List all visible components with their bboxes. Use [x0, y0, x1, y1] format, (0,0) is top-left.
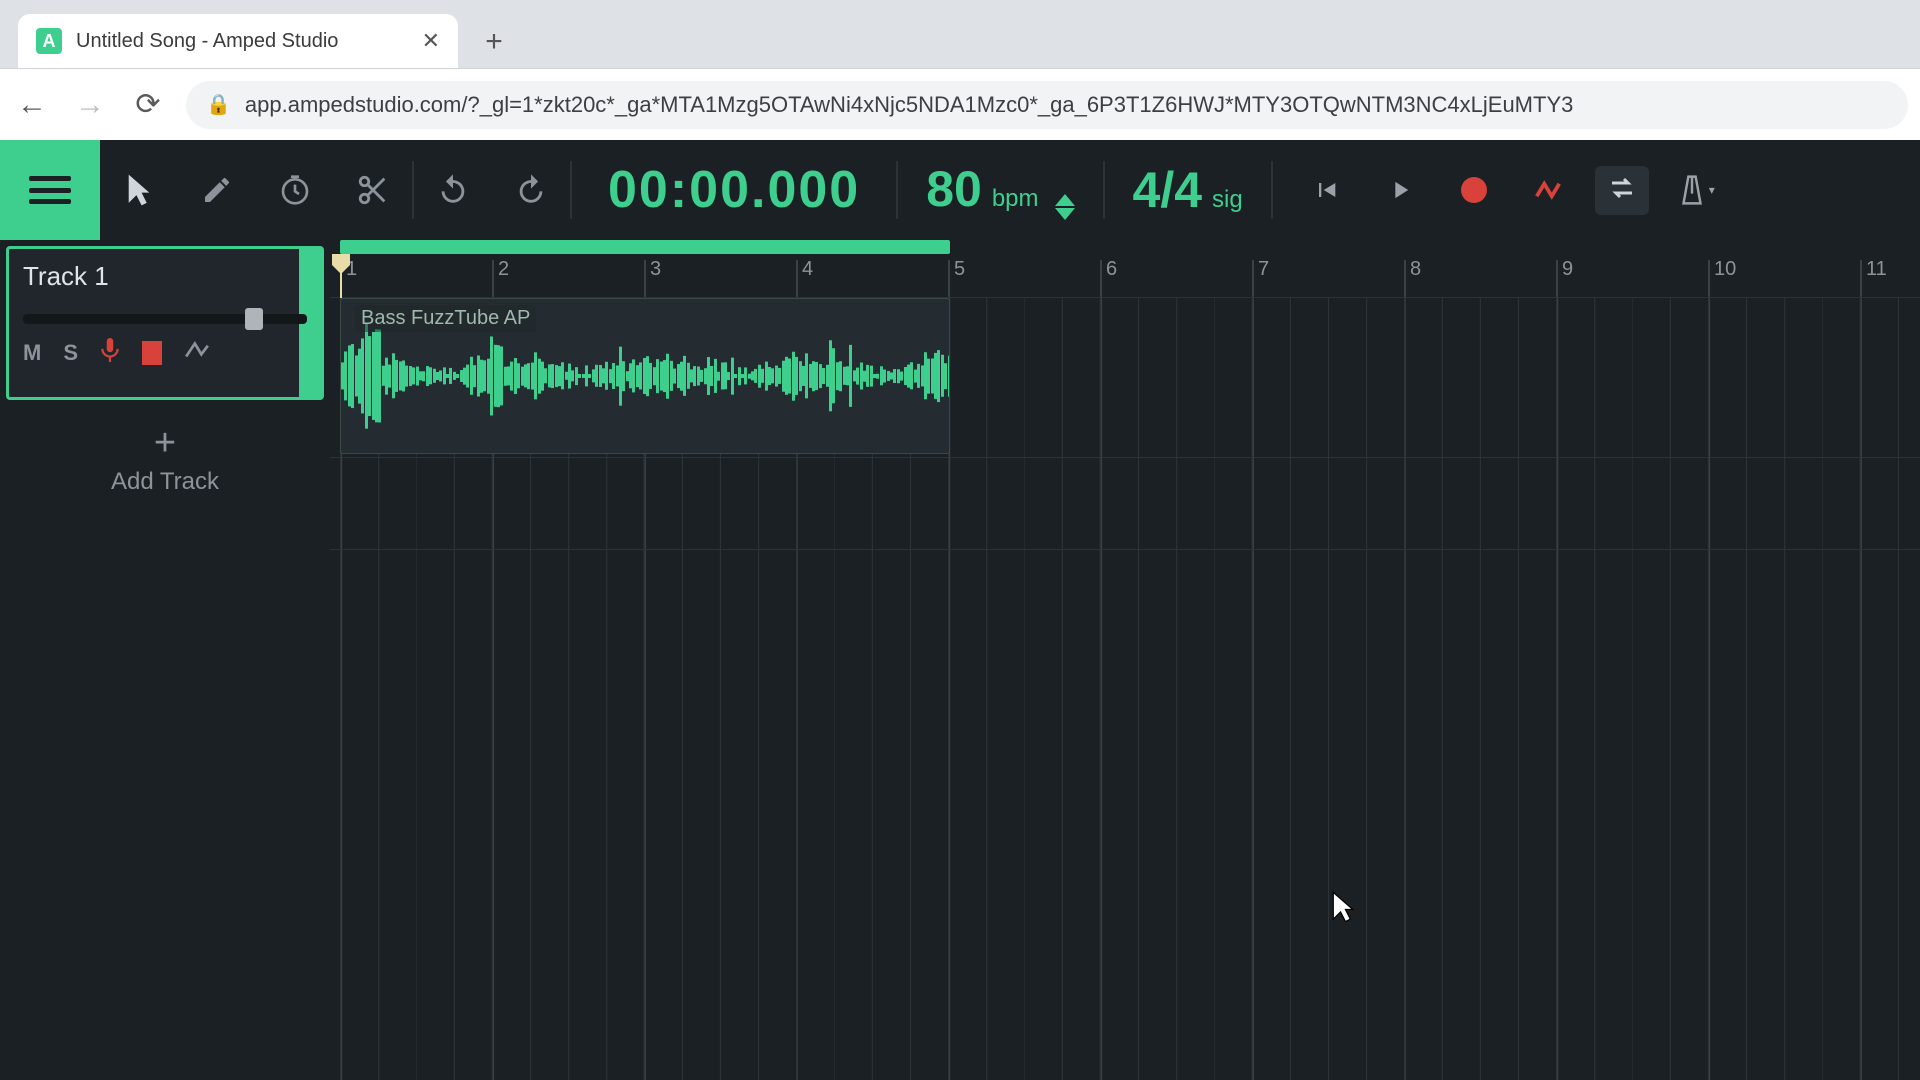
automation-button[interactable]	[1513, 175, 1583, 205]
bar-tick	[1860, 260, 1862, 297]
close-tab-icon[interactable]: ✕	[422, 28, 440, 54]
loop-button[interactable]	[1587, 166, 1657, 215]
bar-tick	[492, 260, 494, 297]
daw-app: 00:00.000 80 bpm 4/4 sig	[0, 140, 1920, 1080]
metronome-button[interactable]: ▾	[1661, 173, 1731, 207]
bar-tick	[796, 260, 798, 297]
pointer-tool[interactable]	[100, 140, 178, 240]
arrangement-area[interactable]: Bass FuzzTube AP	[330, 298, 1920, 1080]
bar-label: 5	[954, 258, 965, 281]
tab-title: Untitled Song - Amped Studio	[76, 30, 408, 53]
bar-label: 9	[1562, 258, 1573, 281]
bar-label: 7	[1258, 258, 1269, 281]
bar-tick	[644, 260, 646, 297]
tab-strip: A Untitled Song - Amped Studio ✕ +	[0, 0, 1920, 68]
track-panel: Track 1 M S + Add Track	[0, 240, 330, 1080]
track-header[interactable]: Track 1 M S	[6, 246, 324, 400]
new-tab-button[interactable]: +	[474, 22, 514, 62]
back-button[interactable]: ←	[12, 85, 52, 125]
chevron-down-icon[interactable]	[1055, 208, 1075, 220]
bar-label: 4	[802, 258, 813, 281]
time-display[interactable]: 00:00.000	[572, 160, 896, 220]
stopwatch-tool[interactable]	[256, 140, 334, 240]
bar-label: 11	[1866, 258, 1887, 281]
bar-label: 6	[1106, 258, 1117, 281]
record-icon	[1461, 177, 1487, 203]
plus-icon: +	[0, 424, 330, 462]
track-lane[interactable]: Bass FuzzTube AP	[330, 298, 1920, 458]
tempo-control[interactable]: 80 bpm	[898, 160, 1102, 220]
menu-button[interactable]	[0, 140, 100, 240]
volume-knob[interactable]	[245, 308, 263, 330]
reload-button[interactable]: ⟳	[128, 85, 168, 125]
loop-icon	[1595, 166, 1649, 215]
lock-icon: 🔒	[206, 92, 231, 117]
bar-tick	[1100, 260, 1102, 297]
clip-label: Bass FuzzTube AP	[355, 305, 536, 332]
bar-tick	[1556, 260, 1558, 297]
hamburger-icon	[29, 176, 71, 204]
mute-button[interactable]: M	[23, 340, 41, 366]
bar-label: 3	[650, 258, 661, 281]
bar-tick	[948, 260, 950, 297]
redo-button[interactable]	[492, 140, 570, 240]
bar-label: 8	[1410, 258, 1421, 281]
volume-slider[interactable]	[23, 314, 307, 324]
pencil-tool[interactable]	[178, 140, 256, 240]
add-track-button[interactable]: + Add Track	[0, 424, 330, 496]
bar-label: 2	[498, 258, 509, 281]
browser-chrome: A Untitled Song - Amped Studio ✕ + ← → ⟳…	[0, 0, 1920, 140]
solo-button[interactable]: S	[63, 340, 78, 366]
midi-input-button[interactable]	[142, 341, 162, 365]
loop-region[interactable]	[340, 240, 950, 254]
bpm-label: bpm	[992, 185, 1039, 213]
address-row: ← → ⟳ 🔒 app.ampedstudio.com/?_gl=1*zkt20…	[0, 68, 1920, 140]
timesig-value: 4/4	[1133, 161, 1203, 219]
bar-label: 10	[1714, 258, 1736, 281]
arm-record-button[interactable]	[100, 338, 120, 368]
audio-clip[interactable]: Bass FuzzTube AP	[340, 298, 950, 454]
track-buttons: M S	[23, 338, 307, 368]
timesig-label: sig	[1212, 186, 1243, 214]
address-bar[interactable]: 🔒 app.ampedstudio.com/?_gl=1*zkt20c*_ga*…	[186, 81, 1908, 129]
chevron-up-icon[interactable]	[1055, 194, 1075, 206]
timeline-ruler[interactable]: 1234567891011	[330, 240, 1920, 298]
favicon: A	[36, 28, 62, 54]
bpm-value: 80	[926, 160, 982, 218]
empty-lane[interactable]	[330, 458, 1920, 550]
scissors-tool[interactable]	[334, 140, 412, 240]
go-to-start-button[interactable]	[1291, 176, 1361, 204]
bar-tick	[1404, 260, 1406, 297]
timesig-control[interactable]: 4/4 sig	[1105, 161, 1271, 219]
play-button[interactable]	[1365, 176, 1435, 204]
browser-tab[interactable]: A Untitled Song - Amped Studio ✕	[18, 14, 458, 68]
record-button[interactable]	[1439, 177, 1509, 203]
bar-tick	[1708, 260, 1710, 297]
chevron-down-icon: ▾	[1709, 183, 1715, 197]
url-text: app.ampedstudio.com/?_gl=1*zkt20c*_ga*MT…	[245, 92, 1573, 118]
undo-button[interactable]	[414, 140, 492, 240]
bpm-stepper[interactable]	[1055, 194, 1075, 220]
transport-controls: ▾	[1273, 166, 1731, 215]
forward-button[interactable]: →	[70, 85, 110, 125]
automation-lane-button[interactable]	[184, 340, 210, 366]
add-track-label: Add Track	[0, 468, 330, 496]
bar-tick	[1252, 260, 1254, 297]
track-name[interactable]: Track 1	[23, 261, 307, 292]
main-toolbar: 00:00.000 80 bpm 4/4 sig	[0, 140, 1920, 240]
